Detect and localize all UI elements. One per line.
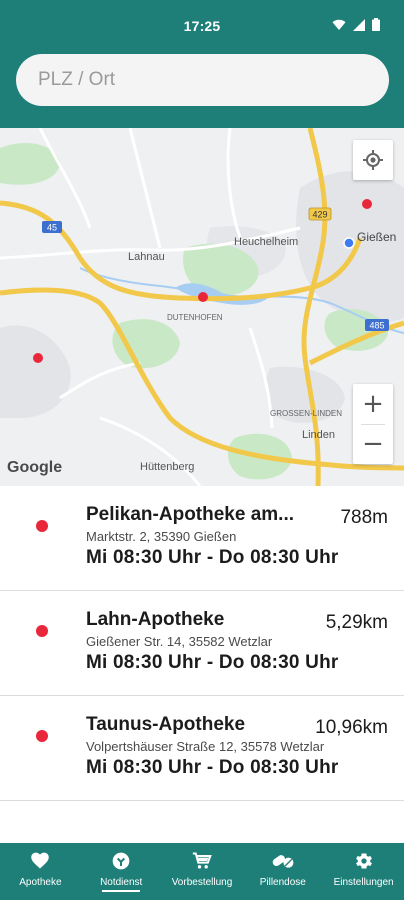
wifi-icon — [332, 19, 346, 30]
heart-icon — [31, 852, 50, 869]
svg-text:429: 429 — [312, 210, 327, 220]
map-label-lahnau: Lahnau — [128, 251, 165, 263]
search-header — [0, 46, 404, 128]
map-canvas[interactable]: 45 429 485 Lahnau Heuchelheim Gießen DUT… — [0, 128, 404, 486]
pharmacy-marker — [362, 199, 372, 209]
pharmacy-name: Pelikan-Apotheke am... — [86, 504, 295, 525]
emergency-icon — [112, 852, 130, 870]
map-label-dutenhofen: DUTENHOFEN — [167, 313, 223, 322]
map-label-heuchelheim: Heuchelheim — [234, 236, 298, 248]
status-dot — [36, 625, 48, 637]
my-location-button[interactable] — [353, 140, 393, 180]
svg-text:45: 45 — [47, 223, 57, 233]
list-item[interactable]: Lahn-Apotheke 5,29km Gießener Str. 14, 3… — [0, 591, 404, 696]
nav-item-apotheke[interactable]: Apotheke — [0, 843, 81, 900]
svg-text:485: 485 — [369, 321, 384, 331]
zoom-out-button[interactable]: − — [353, 424, 393, 464]
map-label-linden: Linden — [302, 429, 335, 441]
pharmacy-list: Pelikan-Apotheke am... 788m Marktstr. 2,… — [0, 486, 404, 801]
pharmacy-hours: Mi 08:30 Uhr - Do 08:30 Uhr — [86, 757, 339, 778]
nav-item-notdienst[interactable]: Notdienst — [81, 843, 162, 900]
nav-label: Vorbestellung — [171, 877, 233, 888]
pharmacy-name: Lahn-Apotheke — [86, 609, 225, 630]
search-bar[interactable] — [16, 54, 389, 106]
zoom-in-button[interactable]: + — [353, 384, 393, 424]
map-view[interactable]: 45 429 485 Lahnau Heuchelheim Gießen DUT… — [0, 128, 404, 486]
pharmacy-distance: 788m — [340, 507, 388, 528]
pharmacy-address: Volpertshäuser Straße 12, 35578 Wetzlar — [86, 739, 325, 754]
pharmacy-marker — [198, 292, 208, 302]
pharmacy-hours: Mi 08:30 Uhr - Do 08:30 Uhr — [86, 547, 339, 568]
bottom-navigation: Apotheke Notdienst Vorbestellung Pillend… — [0, 843, 404, 900]
cart-icon — [192, 852, 212, 869]
pharmacy-distance: 5,29km — [325, 612, 388, 633]
pharmacy-marker — [33, 353, 43, 363]
pharmacy-hours: Mi 08:30 Uhr - Do 08:30 Uhr — [86, 652, 339, 673]
battery-icon — [372, 18, 380, 31]
status-bar: 17:25 — [0, 0, 404, 46]
nav-label: Notdienst — [100, 877, 143, 888]
nav-item-einstellungen[interactable]: Einstellungen — [323, 843, 404, 900]
pharmacy-name: Taunus-Apotheke — [86, 714, 246, 735]
my-location-icon — [363, 150, 383, 170]
nav-item-vorbestellung[interactable]: Vorbestellung — [162, 843, 243, 900]
status-dot — [36, 520, 48, 532]
google-logo: Google — [7, 459, 62, 476]
gear-icon — [355, 853, 372, 869]
pharmacy-address: Marktstr. 2, 35390 Gießen — [86, 529, 237, 544]
status-icons — [332, 18, 380, 31]
nav-label: Einstellungen — [333, 877, 394, 888]
pharmacy-distance: 10,96km — [315, 717, 388, 738]
road-shield-429: 429 — [308, 207, 332, 221]
list-item[interactable]: Pelikan-Apotheke am... 788m Marktstr. 2,… — [0, 486, 404, 591]
nav-label: Pillendose — [259, 877, 306, 888]
nav-label: Apotheke — [19, 877, 62, 888]
status-dot — [36, 730, 48, 742]
map-label-grossen-linden: GROSSEN-LINDEN — [270, 409, 342, 418]
current-location-marker — [343, 237, 355, 249]
zoom-controls: + − — [353, 384, 393, 464]
map-label-giessen: Gießen — [357, 230, 396, 244]
map-label-huettenberg: Hüttenberg — [140, 461, 194, 473]
nav-item-pillendose[interactable]: Pillendose — [242, 843, 323, 900]
pharmacy-address: Gießener Str. 14, 35582 Wetzlar — [86, 634, 273, 649]
active-tab-indicator — [102, 890, 141, 892]
pill-icon — [272, 855, 294, 868]
signal-icon — [353, 18, 365, 31]
list-item[interactable]: Taunus-Apotheke 10,96km Volpertshäuser S… — [0, 696, 404, 801]
road-shield-45: 45 — [42, 221, 62, 233]
search-input[interactable] — [16, 54, 389, 106]
road-shield-485: 485 — [365, 319, 389, 331]
